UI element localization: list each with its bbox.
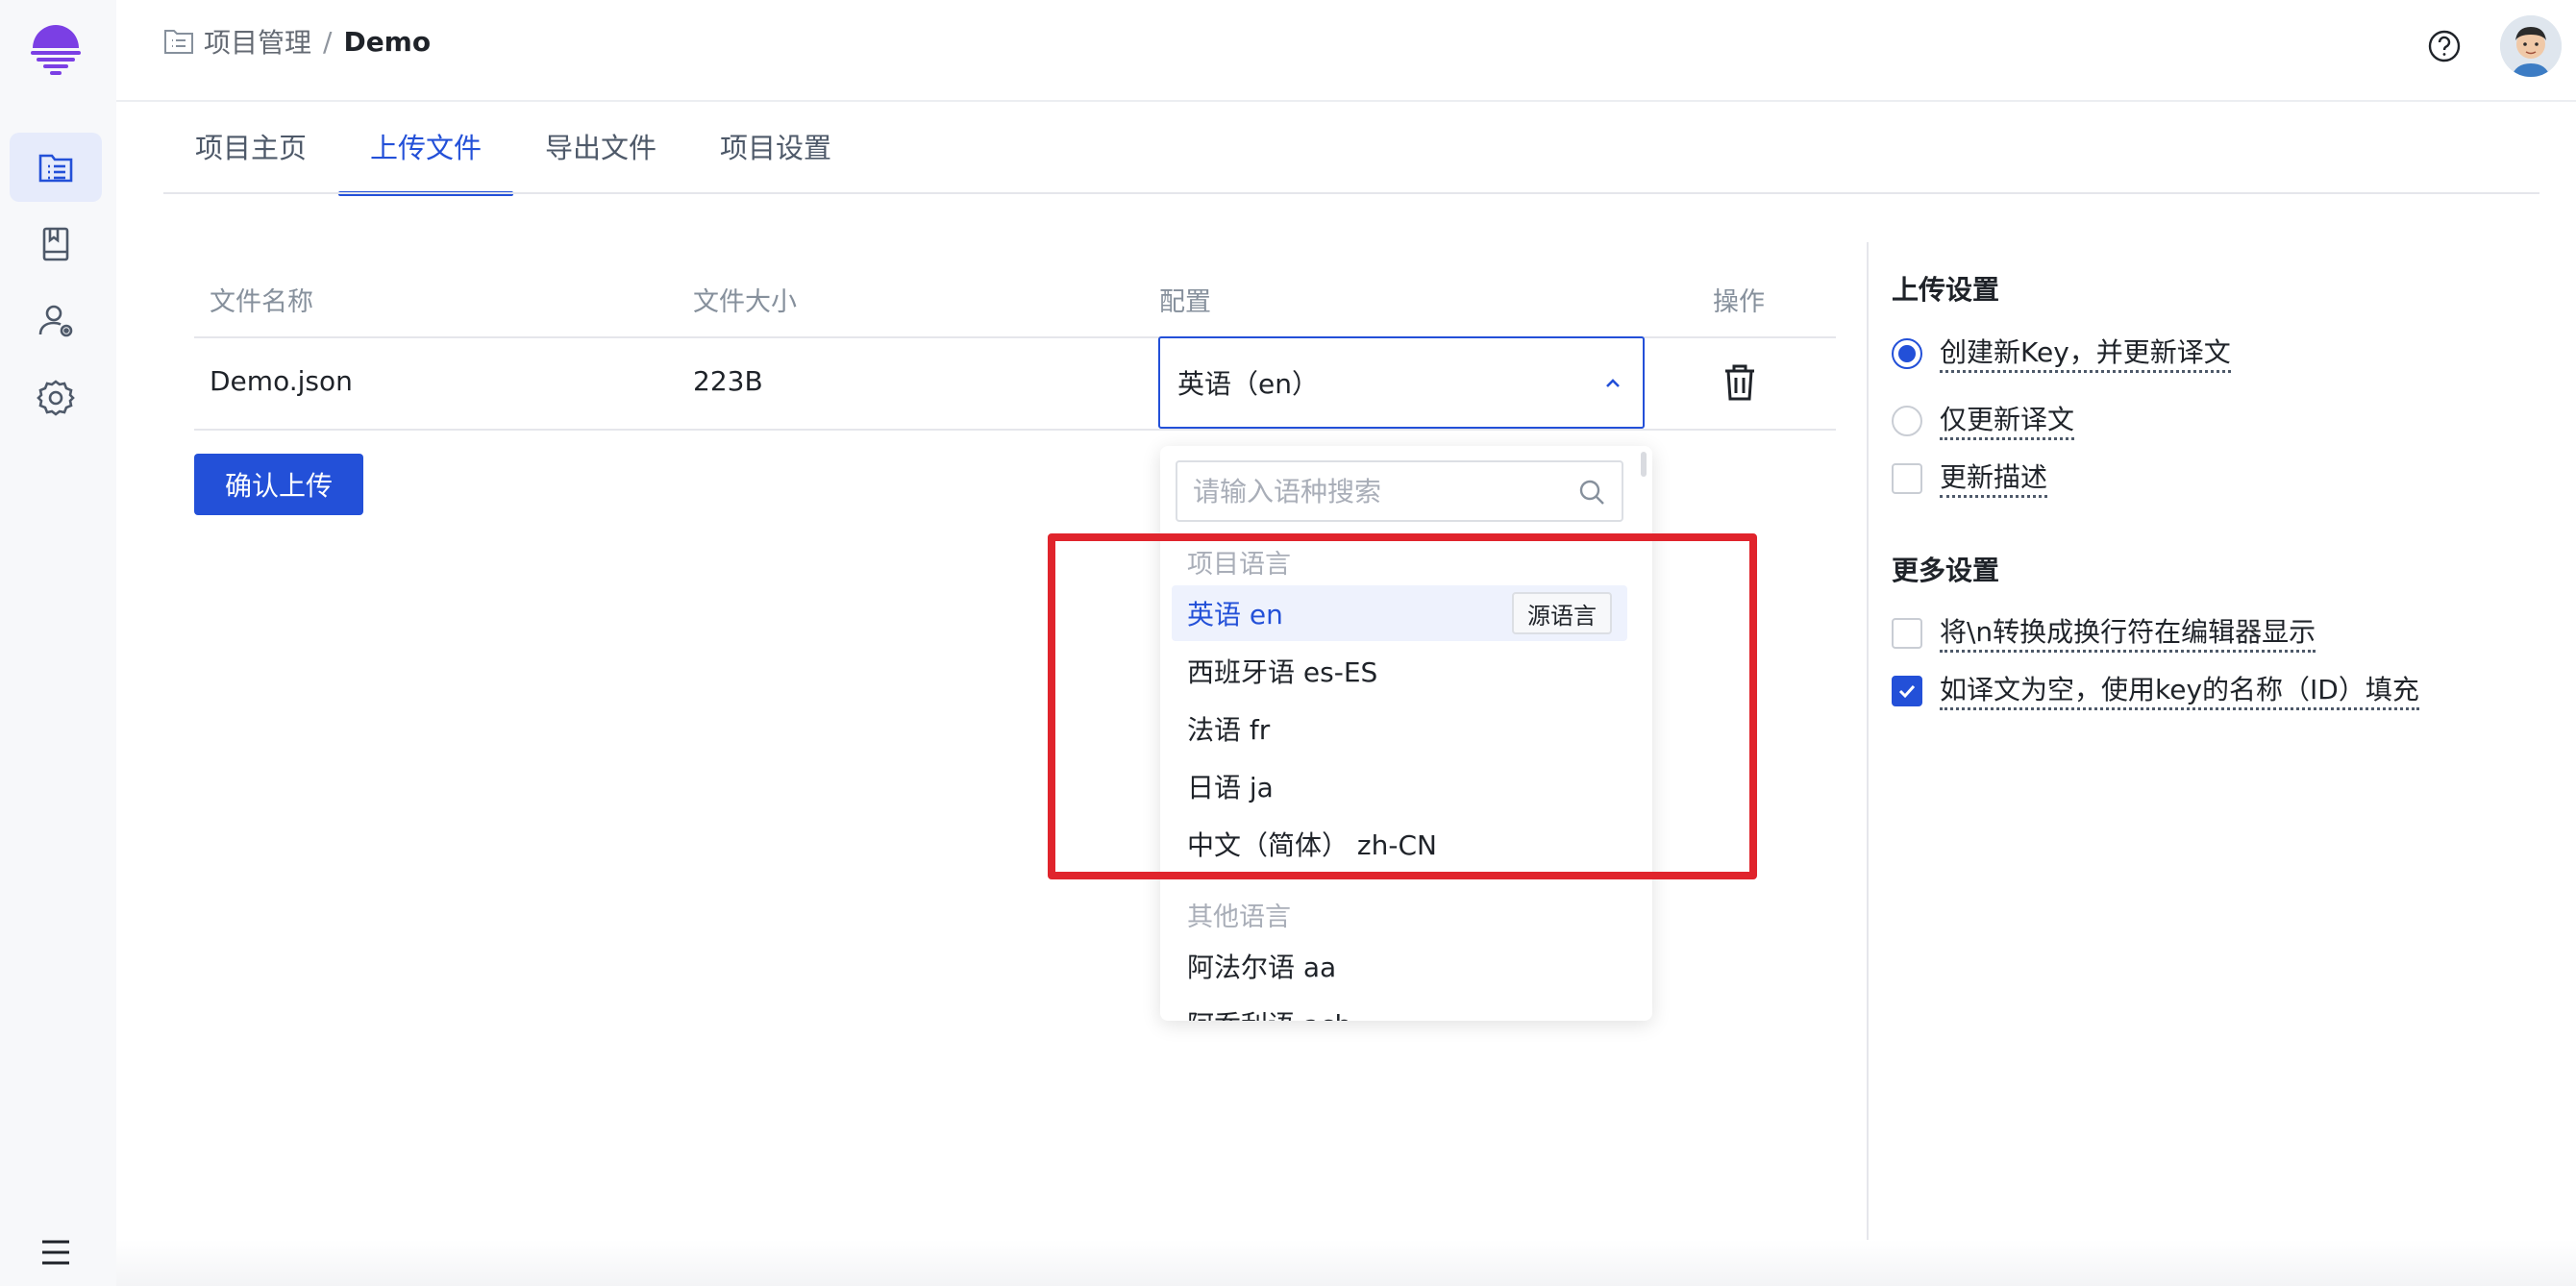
more-settings-title: 更多设置 <box>1892 555 2000 586</box>
source-language-tag: 源语言 <box>1512 592 1612 634</box>
upload-settings-title: 上传设置 <box>1892 274 2000 306</box>
column-header-file-size: 文件大小 <box>693 287 797 317</box>
dropdown-group-project: 项目语言 <box>1187 550 1291 580</box>
table-row-divider <box>194 429 1836 431</box>
search-icon <box>1579 480 1604 505</box>
tab-project-settings[interactable]: 项目设置 <box>688 102 863 194</box>
language-search-field <box>1176 460 1623 522</box>
breadcrumb-current: Demo <box>343 25 432 58</box>
radio-button[interactable] <box>1892 406 1922 436</box>
option-convert-newline[interactable]: 将\n转换成换行符在编辑器显示 <box>1892 614 2316 653</box>
language-search-input[interactable] <box>1193 475 1577 507</box>
option-create-key-update[interactable]: 创建新Key，并更新译文 <box>1892 334 2231 373</box>
sidebar-item-members[interactable] <box>10 286 102 356</box>
dropdown-scrollbar[interactable] <box>1641 452 1647 477</box>
sidebar-item-settings[interactable] <box>10 363 102 433</box>
language-select[interactable]: 英语（en） <box>1158 336 1645 429</box>
breadcrumb-root[interactable]: 项目管理 <box>204 22 311 61</box>
language-option-label: 英语 en <box>1187 599 1283 631</box>
language-option[interactable]: 阿法尔语 aa <box>1172 938 1627 994</box>
language-option[interactable]: 日语 ja <box>1172 758 1627 814</box>
checkbox[interactable] <box>1892 676 1922 706</box>
option-label: 创建新Key，并更新译文 <box>1940 335 2231 373</box>
language-option[interactable]: 英语 en 源语言 <box>1172 585 1627 641</box>
radio-button[interactable] <box>1892 338 1922 369</box>
help-icon[interactable] <box>2427 29 2462 63</box>
checkbox[interactable] <box>1892 618 1922 649</box>
language-option[interactable]: 中文（简体） zh-CN <box>1172 816 1627 872</box>
user-settings-icon <box>38 305 73 337</box>
book-icon <box>42 227 69 261</box>
language-option[interactable]: 西班牙语 es-ES <box>1172 643 1627 699</box>
avatar[interactable] <box>2500 15 2562 77</box>
gear-icon <box>37 380 75 416</box>
language-option-label: 阿乔利语 ach <box>1187 1004 1351 1021</box>
option-update-only[interactable]: 仅更新译文 <box>1892 402 2075 440</box>
file-size-cell: 223B <box>693 365 763 397</box>
checkbox[interactable] <box>1892 463 1922 494</box>
breadcrumb: 项目管理 / Demo <box>163 22 432 61</box>
file-name-cell: Demo.json <box>210 365 353 397</box>
option-label: 仅更新译文 <box>1940 403 2075 440</box>
bottom-shade <box>116 1240 2576 1286</box>
language-option-label: 日语 ja <box>1187 772 1274 804</box>
dropdown-group-other: 其他语言 <box>1187 903 1291 932</box>
option-label: 将\n转换成换行符在编辑器显示 <box>1940 615 2316 653</box>
language-select-value: 英语（en） <box>1177 368 1319 400</box>
trash-icon[interactable] <box>1723 363 1756 402</box>
language-option[interactable]: 阿乔利语 ach <box>1172 996 1627 1021</box>
confirm-upload-button[interactable]: 确认上传 <box>194 454 363 515</box>
folder-list-icon <box>164 30 193 54</box>
chevron-up-icon <box>1606 379 1620 387</box>
option-update-description[interactable]: 更新描述 <box>1892 459 2048 498</box>
language-option-label: 阿法尔语 aa <box>1187 952 1337 983</box>
sidebar <box>0 0 116 1286</box>
language-option-label: 法语 fr <box>1187 714 1271 746</box>
language-option-label: 西班牙语 es-ES <box>1187 656 1378 688</box>
column-header-config: 配置 <box>1159 287 1211 317</box>
language-option[interactable]: 法语 fr <box>1172 701 1627 756</box>
hamburger-menu-icon[interactable] <box>35 1236 77 1269</box>
project-list-icon <box>38 154 73 183</box>
logo-icon <box>31 25 81 75</box>
tabs-divider <box>163 192 2539 194</box>
sidebar-item-glossary[interactable] <box>10 210 102 279</box>
option-label: 更新描述 <box>1940 460 2048 498</box>
option-fill-empty-with-key[interactable]: 如译文为空，使用key的名称（ID）填充 <box>1892 672 2419 710</box>
tab-export-files[interactable]: 导出文件 <box>513 102 688 194</box>
tab-project-home[interactable]: 项目主页 <box>163 102 338 194</box>
option-label: 如译文为空，使用key的名称（ID）填充 <box>1940 673 2419 710</box>
language-dropdown: 项目语言 英语 en 源语言 西班牙语 es-ES 法语 fr 日语 ja 中文… <box>1160 446 1652 1021</box>
column-header-file-name: 文件名称 <box>210 287 313 317</box>
settings-panel-divider <box>1867 242 1869 1286</box>
check-icon <box>1898 684 1916 699</box>
tab-bar: 项目主页 上传文件 导出文件 项目设置 <box>163 102 863 196</box>
sidebar-item-projects[interactable] <box>10 133 102 202</box>
language-option-label: 中文（简体） zh-CN <box>1187 829 1437 861</box>
breadcrumb-separator: / <box>323 25 333 58</box>
tab-upload-files[interactable]: 上传文件 <box>338 102 514 196</box>
column-header-action: 操作 <box>1713 287 1765 317</box>
